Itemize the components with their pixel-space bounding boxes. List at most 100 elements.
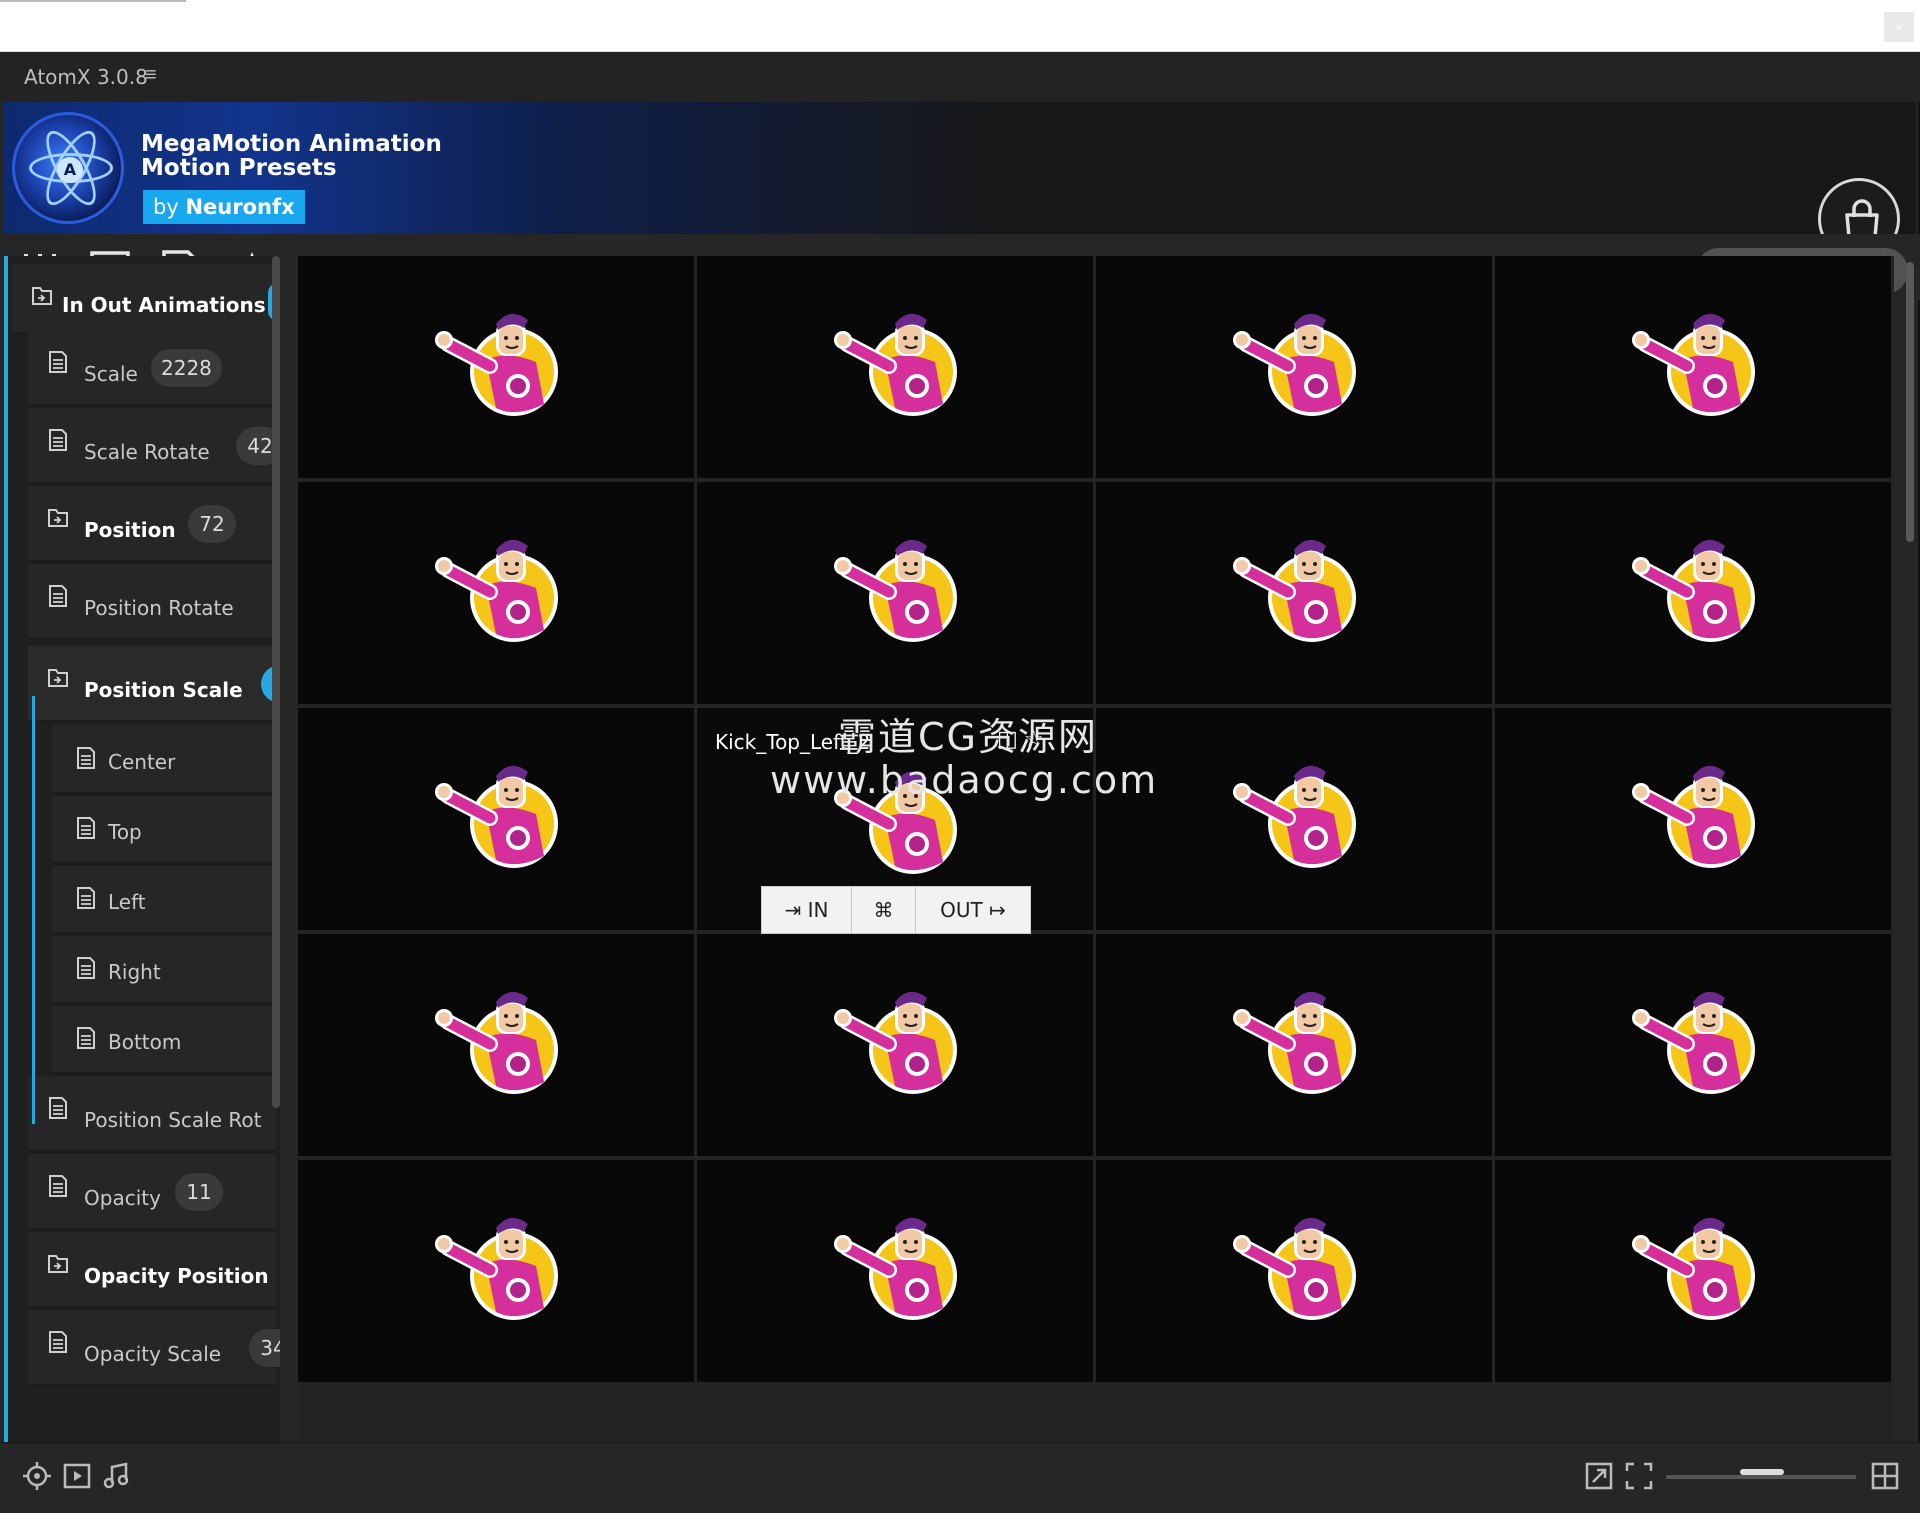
author-prefix: by — [153, 195, 179, 219]
count-badge: 2228 — [151, 349, 222, 387]
sidebar-item-left[interactable]: Left — [52, 866, 276, 934]
count-badge: 11 — [175, 1173, 223, 1211]
folder-icon — [30, 284, 54, 308]
sidebar-item-position-rotate[interactable]: Position Rotate8 — [28, 564, 280, 640]
preset-thumbnail[interactable] — [1495, 1160, 1891, 1382]
document-icon — [74, 746, 98, 770]
pack-title: MegaMotion Animation — [141, 131, 442, 157]
sidebar-item-opacity[interactable]: Opacity 11 — [28, 1154, 276, 1230]
sidebar-item-label: In Out Animations — [62, 293, 266, 317]
sidebar-item-label: Position Scale — [84, 678, 243, 702]
zoom-slider-track[interactable] — [1666, 1475, 1856, 1479]
folder-icon — [46, 506, 70, 530]
preset-grid: Kick_Top_Left_2 ◫ ☆ ⇥ IN ⌘ OUT ↦ — [298, 256, 1894, 1442]
sidebar-item-label: Opacity Position — [84, 1264, 269, 1288]
document-icon — [74, 1026, 98, 1050]
apply-out-button[interactable]: OUT ↦ — [916, 887, 1030, 933]
author-badge[interactable]: by Neuronfx — [143, 190, 305, 224]
sidebar-item-position-scale-rot[interactable]: Position Scale Rot — [28, 1076, 276, 1152]
video-icon[interactable] — [62, 1461, 92, 1491]
sidebar-item-label: Top — [108, 820, 142, 844]
document-icon — [74, 886, 98, 910]
loading-line — [0, 0, 186, 2]
watermark-line-2: www.badaocg.com — [770, 758, 1159, 802]
app-title: AtomX 3.0.8 — [24, 65, 148, 89]
zoom-slider-thumb[interactable] — [1740, 1469, 1784, 1475]
watermark-line-1: 霸道CG资源网 — [838, 715, 1098, 759]
mascot-preview-icon — [1632, 991, 1755, 1094]
preset-thumbnail[interactable] — [697, 256, 1093, 478]
status-bar — [0, 1442, 1920, 1513]
mascot-preview-icon — [435, 991, 558, 1094]
apply-both-button[interactable]: ⌘ — [852, 887, 916, 933]
preset-thumbnail[interactable] — [1495, 934, 1891, 1156]
preset-thumbnail[interactable] — [1495, 708, 1891, 930]
sidebar-item-label: Position Scale Rot — [84, 1108, 262, 1132]
sidebar-item-opacity-scale[interactable]: Opacity Scale 34 — [28, 1310, 280, 1386]
grid-scrollbar[interactable] — [1906, 262, 1914, 542]
atom-logo-icon: A — [12, 112, 124, 224]
sidebar-item-label: Opacity — [84, 1186, 161, 1210]
fit-icon[interactable] — [1624, 1461, 1654, 1491]
count-badge: 72 — [188, 505, 236, 543]
count-badge: 34 — [249, 1329, 280, 1367]
resize-icon[interactable] — [1584, 1461, 1614, 1491]
mascot-preview-icon — [1233, 1217, 1356, 1320]
preset-thumbnail[interactable] — [1096, 1160, 1492, 1382]
apply-in-button[interactable]: ⇥ IN — [762, 887, 852, 933]
mascot-preview-icon — [834, 991, 957, 1094]
sidebar-item-scale-rotate[interactable]: Scale Rotate 42 — [28, 408, 280, 484]
mascot-preview-icon — [1632, 313, 1755, 416]
sidebar-item-top[interactable]: Top — [52, 796, 276, 864]
browser-top-strip: × — [0, 0, 1920, 52]
preset-thumbnail[interactable] — [1495, 256, 1891, 478]
preset-thumbnail[interactable] — [697, 1160, 1093, 1382]
sidebar-item-label: Opacity Scale — [84, 1342, 222, 1366]
hamburger-menu-icon[interactable]: ≡ — [145, 64, 157, 87]
preset-thumbnail[interactable] — [1096, 708, 1492, 930]
sidebar-item-label: Bottom — [108, 1030, 182, 1054]
music-icon[interactable] — [102, 1461, 132, 1491]
preset-thumbnail[interactable] — [1096, 482, 1492, 704]
target-icon[interactable] — [22, 1461, 52, 1491]
mascot-preview-icon — [834, 313, 957, 416]
sidebar-item-in-out-animations[interactable]: In Out Animations — [12, 264, 280, 334]
sidebar-item-scale[interactable]: Scale 2228 — [28, 330, 276, 406]
preset-thumbnail[interactable] — [298, 708, 694, 930]
preset-thumbnail[interactable] — [298, 934, 694, 1156]
sidebar-scrollbar[interactable] — [272, 256, 280, 1108]
mascot-preview-icon — [1632, 1217, 1755, 1320]
sidebar-item-label: Position — [84, 518, 176, 542]
document-icon — [74, 956, 98, 980]
preset-thumbnail[interactable] — [298, 256, 694, 478]
preset-thumbnail[interactable] — [697, 934, 1093, 1156]
sidebar-item-label: Position Rotate — [84, 596, 234, 620]
sidebar-item-label: Right — [108, 960, 161, 984]
preset-thumbnail[interactable] — [1096, 934, 1492, 1156]
mascot-preview-icon — [1233, 765, 1356, 868]
sidebar-item-label: Scale Rotate — [84, 440, 210, 464]
mascot-preview-icon — [435, 765, 558, 868]
preset-thumbnail[interactable] — [298, 482, 694, 704]
mascot-preview-icon — [834, 1217, 957, 1320]
sidebar-item-position-scale[interactable]: Position Scale11 — [28, 646, 280, 722]
pack-subtitle: Motion Presets — [141, 155, 337, 181]
sidebar-item-center[interactable]: Center — [52, 726, 276, 794]
grid-size-icon[interactable] — [1870, 1461, 1900, 1491]
document-icon — [74, 816, 98, 840]
close-button[interactable]: × — [1884, 12, 1914, 42]
active-group-indicator — [32, 696, 35, 1124]
sidebar-item-right[interactable]: Right — [52, 936, 276, 1004]
mascot-preview-icon — [435, 313, 558, 416]
screen: × AtomX 3.0.8 ≡ A MegaMotion Animation M… — [0, 0, 1920, 1513]
preset-thumbnail[interactable] — [1495, 482, 1891, 704]
sidebar-item-bottom[interactable]: Bottom — [52, 1006, 276, 1074]
preset-thumbnail[interactable] — [697, 482, 1093, 704]
preset-thumbnail[interactable] — [298, 1160, 694, 1382]
sidebar-item-opacity-position[interactable]: Opacity Position — [28, 1232, 276, 1308]
preset-thumbnail[interactable] — [1096, 256, 1492, 478]
in-out-icon: ⌘ — [873, 898, 894, 922]
sidebar-item-position[interactable]: Position 72 — [28, 486, 276, 562]
mascot-preview-icon — [1632, 765, 1755, 868]
in-out-toolbar: ⇥ IN ⌘ OUT ↦ — [761, 886, 1031, 934]
